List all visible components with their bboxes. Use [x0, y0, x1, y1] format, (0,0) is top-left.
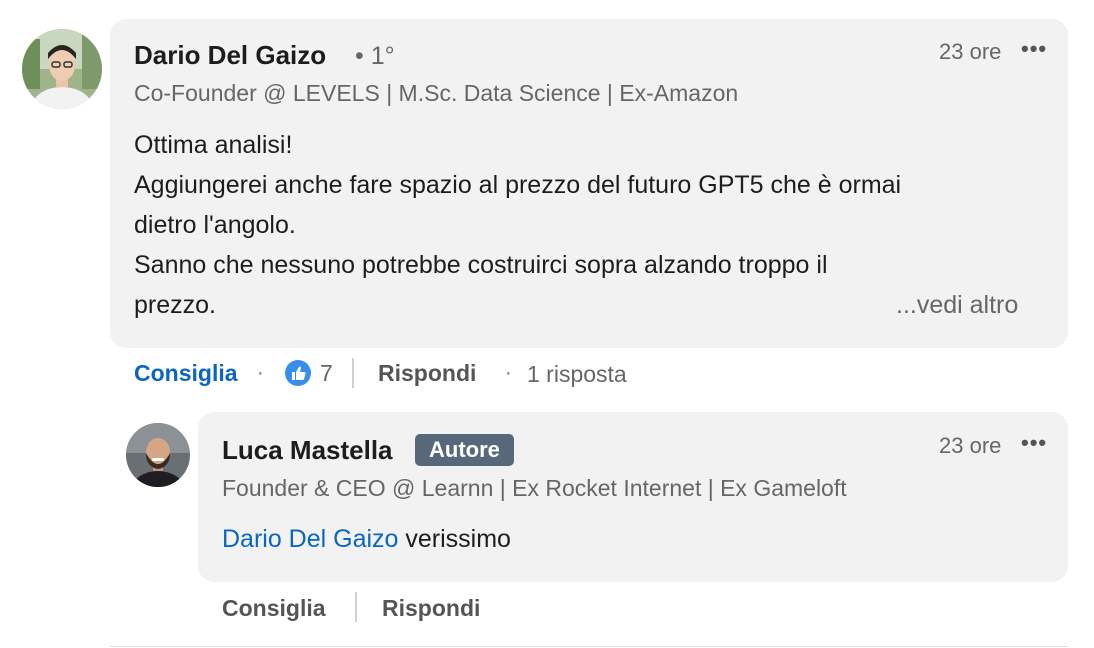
action-divider — [352, 358, 354, 388]
comment-text-line: prezzo. — [134, 291, 216, 319]
comment-text-line: Ottima analisi! — [134, 131, 293, 159]
comment-author-headline: Co-Founder @ LEVELS | M.Sc. Data Science… — [134, 80, 739, 106]
reply-timestamp: 23 ore — [939, 433, 1002, 458]
avatar-dario[interactable] — [22, 29, 102, 109]
reply-author-headline: Founder & CEO @ Learnn | Ex Rocket Inter… — [222, 475, 847, 501]
author-badge: Autore — [415, 434, 514, 466]
divider — [110, 646, 1068, 647]
comment-text-line: Aggiungerei anche fare spazio al prezzo … — [134, 171, 902, 199]
see-more-link[interactable]: ...vedi altro — [896, 291, 1018, 320]
like-count[interactable]: 7 — [320, 360, 333, 387]
reply-reply-button[interactable]: Rispondi — [382, 595, 480, 622]
comment-text-line: Sanno che nessuno potrebbe costruirci so… — [134, 251, 828, 279]
replies-count-link[interactable]: 1 risposta — [527, 361, 627, 388]
reply-text-content: verissimo — [398, 525, 511, 553]
comment-author-name[interactable]: Dario Del Gaizo — [134, 40, 326, 71]
ellipsis-icon[interactable]: ••• — [1021, 430, 1047, 456]
action-divider — [355, 592, 357, 622]
like-reaction-icon[interactable] — [284, 359, 312, 387]
avatar-luca[interactable] — [126, 423, 190, 487]
like-button[interactable]: Consiglia — [134, 360, 238, 387]
comment-text-line: dietro l'angolo. — [134, 211, 296, 239]
separator-dot: · — [257, 362, 264, 384]
separator-dot: · — [505, 362, 512, 384]
ellipsis-icon[interactable]: ••• — [1021, 36, 1047, 62]
reply-author-name[interactable]: Luca Mastella — [222, 435, 393, 466]
mention-link[interactable]: Dario Del Gaizo — [222, 525, 398, 553]
reply-button[interactable]: Rispondi — [378, 360, 476, 387]
reply-like-button[interactable]: Consiglia — [222, 595, 326, 622]
comment-timestamp: 23 ore — [939, 39, 1002, 64]
reply-text: Dario Del Gaizo verissimo — [222, 525, 511, 554]
connection-degree: • 1° — [355, 42, 395, 70]
